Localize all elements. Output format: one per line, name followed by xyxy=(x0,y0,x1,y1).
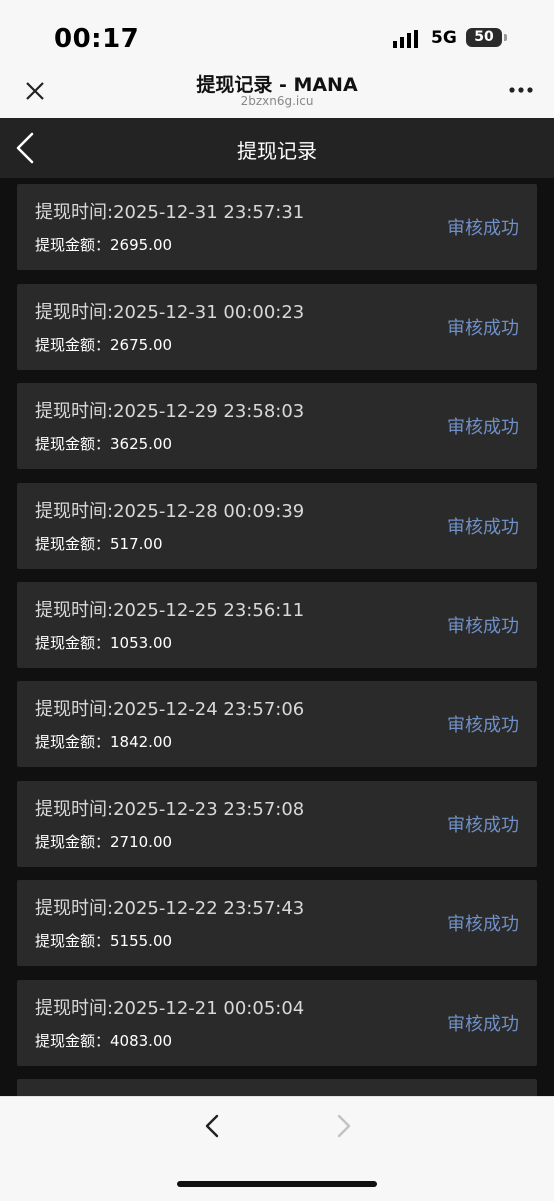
withdrawal-record[interactable]: 提现时间:2025-12-25 23:56:11 提现金额：1053.00 审核… xyxy=(17,582,537,668)
record-status: 审核成功 xyxy=(447,815,519,836)
withdrawal-record[interactable]: 提现时间:2025-12-29 23:58:03 提现金额：3625.00 审核… xyxy=(17,383,537,469)
withdrawal-record[interactable]: 提现时间:2025-12-31 00:00:23 提现金额：2675.00 审核… xyxy=(17,284,537,370)
battery-icon: 50 xyxy=(466,28,502,47)
record-status: 审核成功 xyxy=(447,616,519,637)
record-amount: 提现金额：2710.00 xyxy=(35,833,173,851)
withdrawal-record-partial[interactable] xyxy=(17,1079,537,1096)
record-status: 审核成功 xyxy=(447,1014,519,1035)
page-content: 提现记录 提现时间:2025-12-31 23:57:31 提现金额：2695.… xyxy=(0,118,554,1096)
withdrawal-record[interactable]: 提现时间:2025-12-31 23:57:31 提现金额：2695.00 审核… xyxy=(17,184,537,270)
browser-bottom-toolbar xyxy=(0,1096,554,1201)
record-status: 审核成功 xyxy=(447,218,519,239)
browser-title-bar: 提现记录 - MANA 2bzxn6g.icu xyxy=(0,66,554,118)
record-time: 提现时间:2025-12-23 23:57:08 xyxy=(35,799,305,820)
record-status: 审核成功 xyxy=(447,517,519,538)
withdrawal-record[interactable]: 提现时间:2025-12-24 23:57:06 提现金额：1842.00 审核… xyxy=(17,681,537,767)
browser-forward-icon[interactable] xyxy=(328,1111,358,1141)
record-time: 提现时间:2025-12-31 00:00:23 xyxy=(35,302,305,323)
withdrawal-record[interactable]: 提现时间:2025-12-28 00:09:39 提现金额：517.00 审核成… xyxy=(17,483,537,569)
record-amount: 提现金额：4083.00 xyxy=(35,1032,173,1050)
network-type: 5G xyxy=(431,28,457,48)
record-status: 审核成功 xyxy=(447,914,519,935)
record-time: 提现时间:2025-12-28 00:09:39 xyxy=(35,501,305,522)
record-status: 审核成功 xyxy=(447,715,519,736)
more-menu-icon[interactable] xyxy=(506,78,536,102)
record-time: 提现时间:2025-12-22 23:57:43 xyxy=(35,898,305,919)
record-amount: 提现金额：2675.00 xyxy=(35,336,173,354)
withdrawal-record[interactable]: 提现时间:2025-12-23 23:57:08 提现金额：2710.00 审核… xyxy=(17,781,537,867)
record-amount: 提现金额：1842.00 xyxy=(35,733,173,751)
withdrawal-record[interactable]: 提现时间:2025-12-21 00:05:04 提现金额：4083.00 审核… xyxy=(17,980,537,1066)
record-status: 审核成功 xyxy=(447,417,519,438)
record-time: 提现时间:2025-12-25 23:56:11 xyxy=(35,600,305,621)
record-time: 提现时间:2025-12-24 23:57:06 xyxy=(35,699,305,720)
browser-url: 2bzxn6g.icu xyxy=(240,94,314,108)
record-amount: 提现金额：3625.00 xyxy=(35,435,173,453)
record-time: 提现时间:2025-12-29 23:58:03 xyxy=(35,401,305,422)
signal-icon xyxy=(393,30,418,48)
record-time: 提现时间:2025-12-31 23:57:31 xyxy=(35,202,305,223)
home-indicator xyxy=(177,1181,377,1187)
record-amount: 提现金额：517.00 xyxy=(35,535,163,553)
record-amount: 提现金额：2695.00 xyxy=(35,236,173,254)
browser-back-icon[interactable] xyxy=(198,1111,228,1141)
record-amount: 提现金额：5155.00 xyxy=(35,932,173,950)
record-time: 提现时间:2025-12-21 00:05:04 xyxy=(35,998,305,1019)
page-title: 提现记录 xyxy=(237,139,317,163)
page-header: 提现记录 xyxy=(0,118,554,178)
record-status: 审核成功 xyxy=(447,318,519,339)
status-time: 00:17 xyxy=(54,24,140,54)
battery-cap xyxy=(504,34,507,41)
withdrawal-record[interactable]: 提现时间:2025-12-22 23:57:43 提现金额：5155.00 审核… xyxy=(17,880,537,966)
status-bar: 00:17 5G 50 xyxy=(0,0,554,66)
record-amount: 提现金额：1053.00 xyxy=(35,634,173,652)
browser-page-title: 提现记录 - MANA xyxy=(196,74,358,96)
